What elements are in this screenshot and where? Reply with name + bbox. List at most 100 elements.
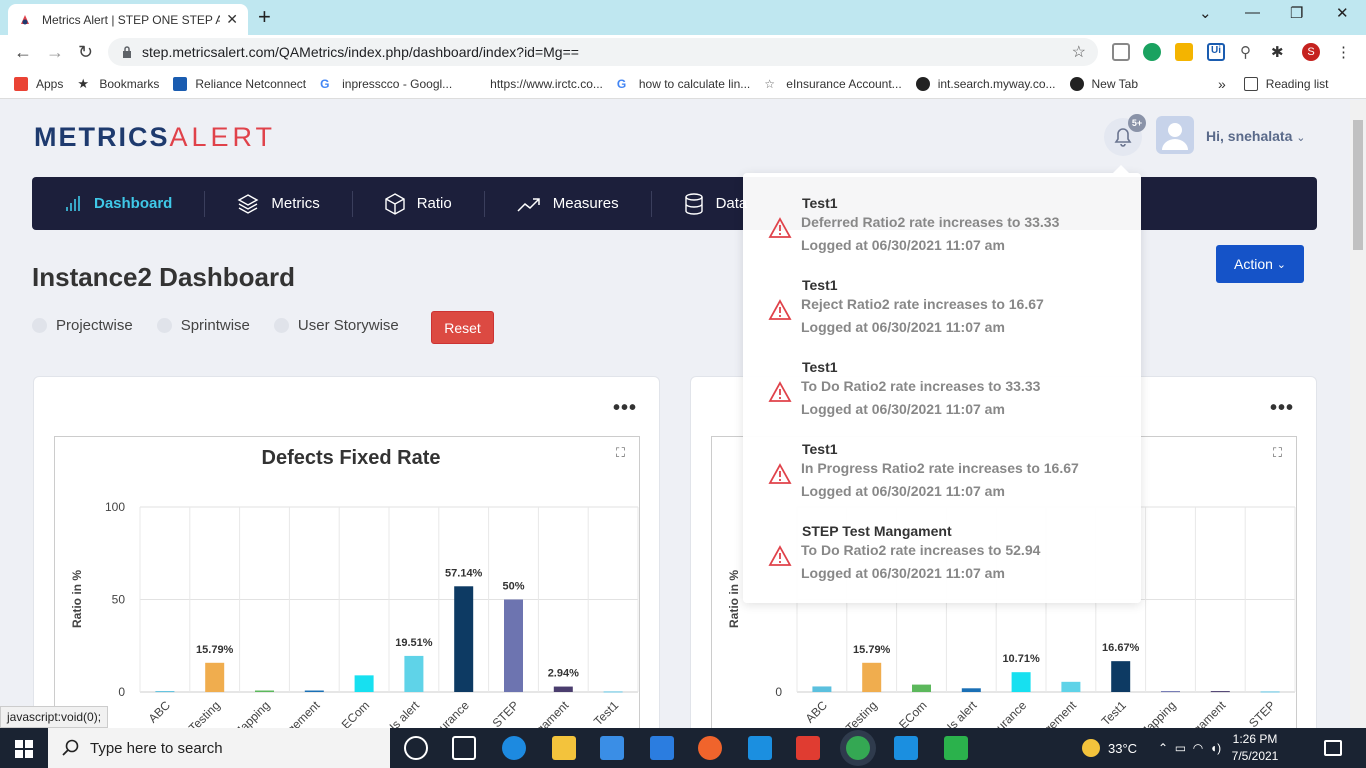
- chevron-up-icon: ⌃: [1158, 741, 1169, 755]
- close-tab-icon[interactable]: ✕: [226, 11, 238, 28]
- notification-bell-button[interactable]: 5+: [1104, 114, 1146, 156]
- close-window-icon[interactable]: ✕: [1336, 4, 1349, 22]
- x-tick-label: Testing: [186, 698, 223, 728]
- bookmark-inpresscco[interactable]: Ginpresscco - Googl...: [320, 77, 452, 91]
- user-avatar[interactable]: [1156, 116, 1194, 154]
- location-icon[interactable]: ⚲: [1240, 43, 1258, 61]
- reader-mode-icon[interactable]: [1112, 43, 1130, 61]
- nav-ratio[interactable]: Ratio: [353, 190, 485, 217]
- radio-circle: [32, 318, 47, 333]
- x-tick-label: ECom: [896, 698, 929, 728]
- url-input[interactable]: step.metricsalert.com/QAMetrics/index.ph…: [108, 38, 1098, 66]
- weather-widget[interactable]: 33°C: [1082, 728, 1137, 768]
- notification-center-icon[interactable]: [1324, 740, 1342, 756]
- store-icon[interactable]: [600, 736, 624, 760]
- forward-icon[interactable]: →: [46, 42, 64, 63]
- reliance-icon: [173, 76, 188, 91]
- clock[interactable]: 1:26 PM 7/5/2021: [1228, 731, 1282, 765]
- nav-measures[interactable]: Measures: [485, 190, 652, 217]
- notification-title: Test1: [802, 441, 838, 457]
- notification-item[interactable]: Test1 Reject Ratio2 rate increases to 16…: [743, 269, 1141, 351]
- bookmark-irctc[interactable]: https://www.irctc.co...: [490, 77, 603, 91]
- cortana-icon[interactable]: [404, 736, 428, 760]
- page-scrollbar[interactable]: [1350, 100, 1366, 728]
- data-label: 10.71%: [1002, 653, 1040, 665]
- user-menu[interactable]: Hi, snehalata ⌄: [1206, 128, 1305, 144]
- x-tick-label: Insurance: [982, 698, 1029, 728]
- action-button[interactable]: Action ⌄: [1216, 245, 1304, 283]
- media-player-icon[interactable]: [944, 736, 968, 760]
- notification-item[interactable]: Test1 In Progress Ratio2 rate increases …: [743, 433, 1141, 515]
- browser-menu-icon[interactable]: ⋮: [1336, 43, 1354, 61]
- bookmark-einsurance[interactable]: ☆ eInsurance Account...: [764, 77, 901, 91]
- data-label: 2.94%: [548, 668, 579, 680]
- more-options-icon[interactable]: •••: [1270, 397, 1294, 420]
- radio-user-storywise[interactable]: User Storywise: [273, 317, 399, 334]
- chart-bar: [812, 686, 832, 692]
- star-icon: ★: [77, 75, 90, 91]
- chart-bar: [1210, 691, 1230, 693]
- lock-icon: [123, 46, 131, 58]
- bookmarks-bar: Apps ★ Bookmarks Reliance Netconnect Ginp…: [0, 69, 1366, 99]
- anydesk-icon[interactable]: [796, 736, 820, 760]
- shield-extension-icon[interactable]: [1175, 43, 1193, 61]
- edge-icon[interactable]: [502, 736, 526, 760]
- nav-dashboard[interactable]: Dashboard: [32, 190, 206, 217]
- x-tick-label: ECom: [339, 698, 372, 728]
- chart-bar: [862, 662, 882, 692]
- expand-icon[interactable]: ⛶: [616, 445, 625, 461]
- reset-button[interactable]: Reset: [431, 311, 494, 344]
- einsurance-icon: ☆: [764, 76, 776, 91]
- bookmark-myway[interactable]: int.search.myway.co...: [915, 76, 1056, 91]
- notification-item[interactable]: Test1 To Do Ratio2 rate increases to 33.…: [743, 351, 1141, 433]
- maximize-icon[interactable]: ❐: [1290, 4, 1303, 22]
- chart-bar: [454, 586, 474, 692]
- bookmark-star-icon[interactable]: ☆: [1072, 42, 1086, 62]
- bookmark-apps[interactable]: Apps: [14, 76, 63, 91]
- bookmark-bookmarks[interactable]: ★ Bookmarks: [77, 75, 159, 91]
- windows-start-icon[interactable]: [15, 740, 33, 758]
- x-tick-label: STEP: [1246, 698, 1278, 728]
- bookmark-new-tab[interactable]: New Tab: [1069, 76, 1138, 91]
- reload-icon[interactable]: ↻: [78, 42, 93, 63]
- browser-tab[interactable]: Metrics Alert | STEP ONE STEP AH ✕: [8, 4, 248, 35]
- minimize-icon[interactable]: —: [1245, 4, 1260, 21]
- tab-search-icon[interactable]: ⌄: [1199, 4, 1212, 22]
- app-s-icon[interactable]: [748, 736, 772, 760]
- bookmark-reliance[interactable]: Reliance Netconnect: [173, 76, 306, 91]
- notification-item[interactable]: STEP Test Mangament To Do Ratio2 rate in…: [743, 515, 1141, 597]
- chrome-icon[interactable]: [846, 736, 870, 760]
- scrollbar-thumb[interactable]: [1353, 120, 1363, 250]
- chart-bar: [1260, 691, 1280, 693]
- nav-metrics[interactable]: Metrics: [205, 190, 353, 217]
- new-tab-icon[interactable]: +: [258, 4, 271, 30]
- mail-icon[interactable]: [650, 736, 674, 760]
- y-tick-label: 0: [775, 685, 782, 699]
- profile-avatar[interactable]: S: [1302, 43, 1320, 61]
- more-bookmarks-icon[interactable]: »: [1218, 76, 1226, 92]
- expand-icon[interactable]: ⛶: [1273, 445, 1282, 461]
- warning-icon: [768, 381, 792, 402]
- more-options-icon[interactable]: •••: [613, 397, 637, 420]
- notification-item[interactable]: Test1 Deferred Ratio2 rate increases to …: [743, 187, 1141, 269]
- globe-icon: [915, 76, 930, 91]
- puzzle-icon[interactable]: ✱: [1271, 43, 1289, 61]
- firefox-icon[interactable]: [698, 736, 722, 760]
- radio-projectwise[interactable]: Projectwise: [32, 317, 133, 334]
- warning-icon: [768, 299, 792, 320]
- y-tick-label: 0: [118, 685, 125, 699]
- data-label: 15.79%: [196, 644, 234, 656]
- extension-icon[interactable]: [1143, 43, 1161, 61]
- y-tick-label: 50: [112, 593, 126, 607]
- task-view-icon[interactable]: [452, 736, 476, 760]
- taskbar-search-input[interactable]: Type here to search: [48, 728, 390, 768]
- back-icon[interactable]: ←: [14, 42, 32, 63]
- reading-list-button[interactable]: Reading list: [1243, 76, 1329, 91]
- radio-sprintwise[interactable]: Sprintwise: [156, 317, 250, 334]
- file-explorer-icon[interactable]: [552, 736, 576, 760]
- bookmark-how-to[interactable]: Ghow to calculate lin...: [617, 77, 750, 91]
- ui-extension-icon[interactable]: Ui: [1207, 43, 1225, 61]
- app-s2-icon[interactable]: [894, 736, 918, 760]
- notification-timestamp: Logged at 06/30/2021 11:07 am: [801, 565, 1005, 581]
- system-tray-icons[interactable]: ⌃ ▭ ◠ ◖): [1158, 728, 1221, 768]
